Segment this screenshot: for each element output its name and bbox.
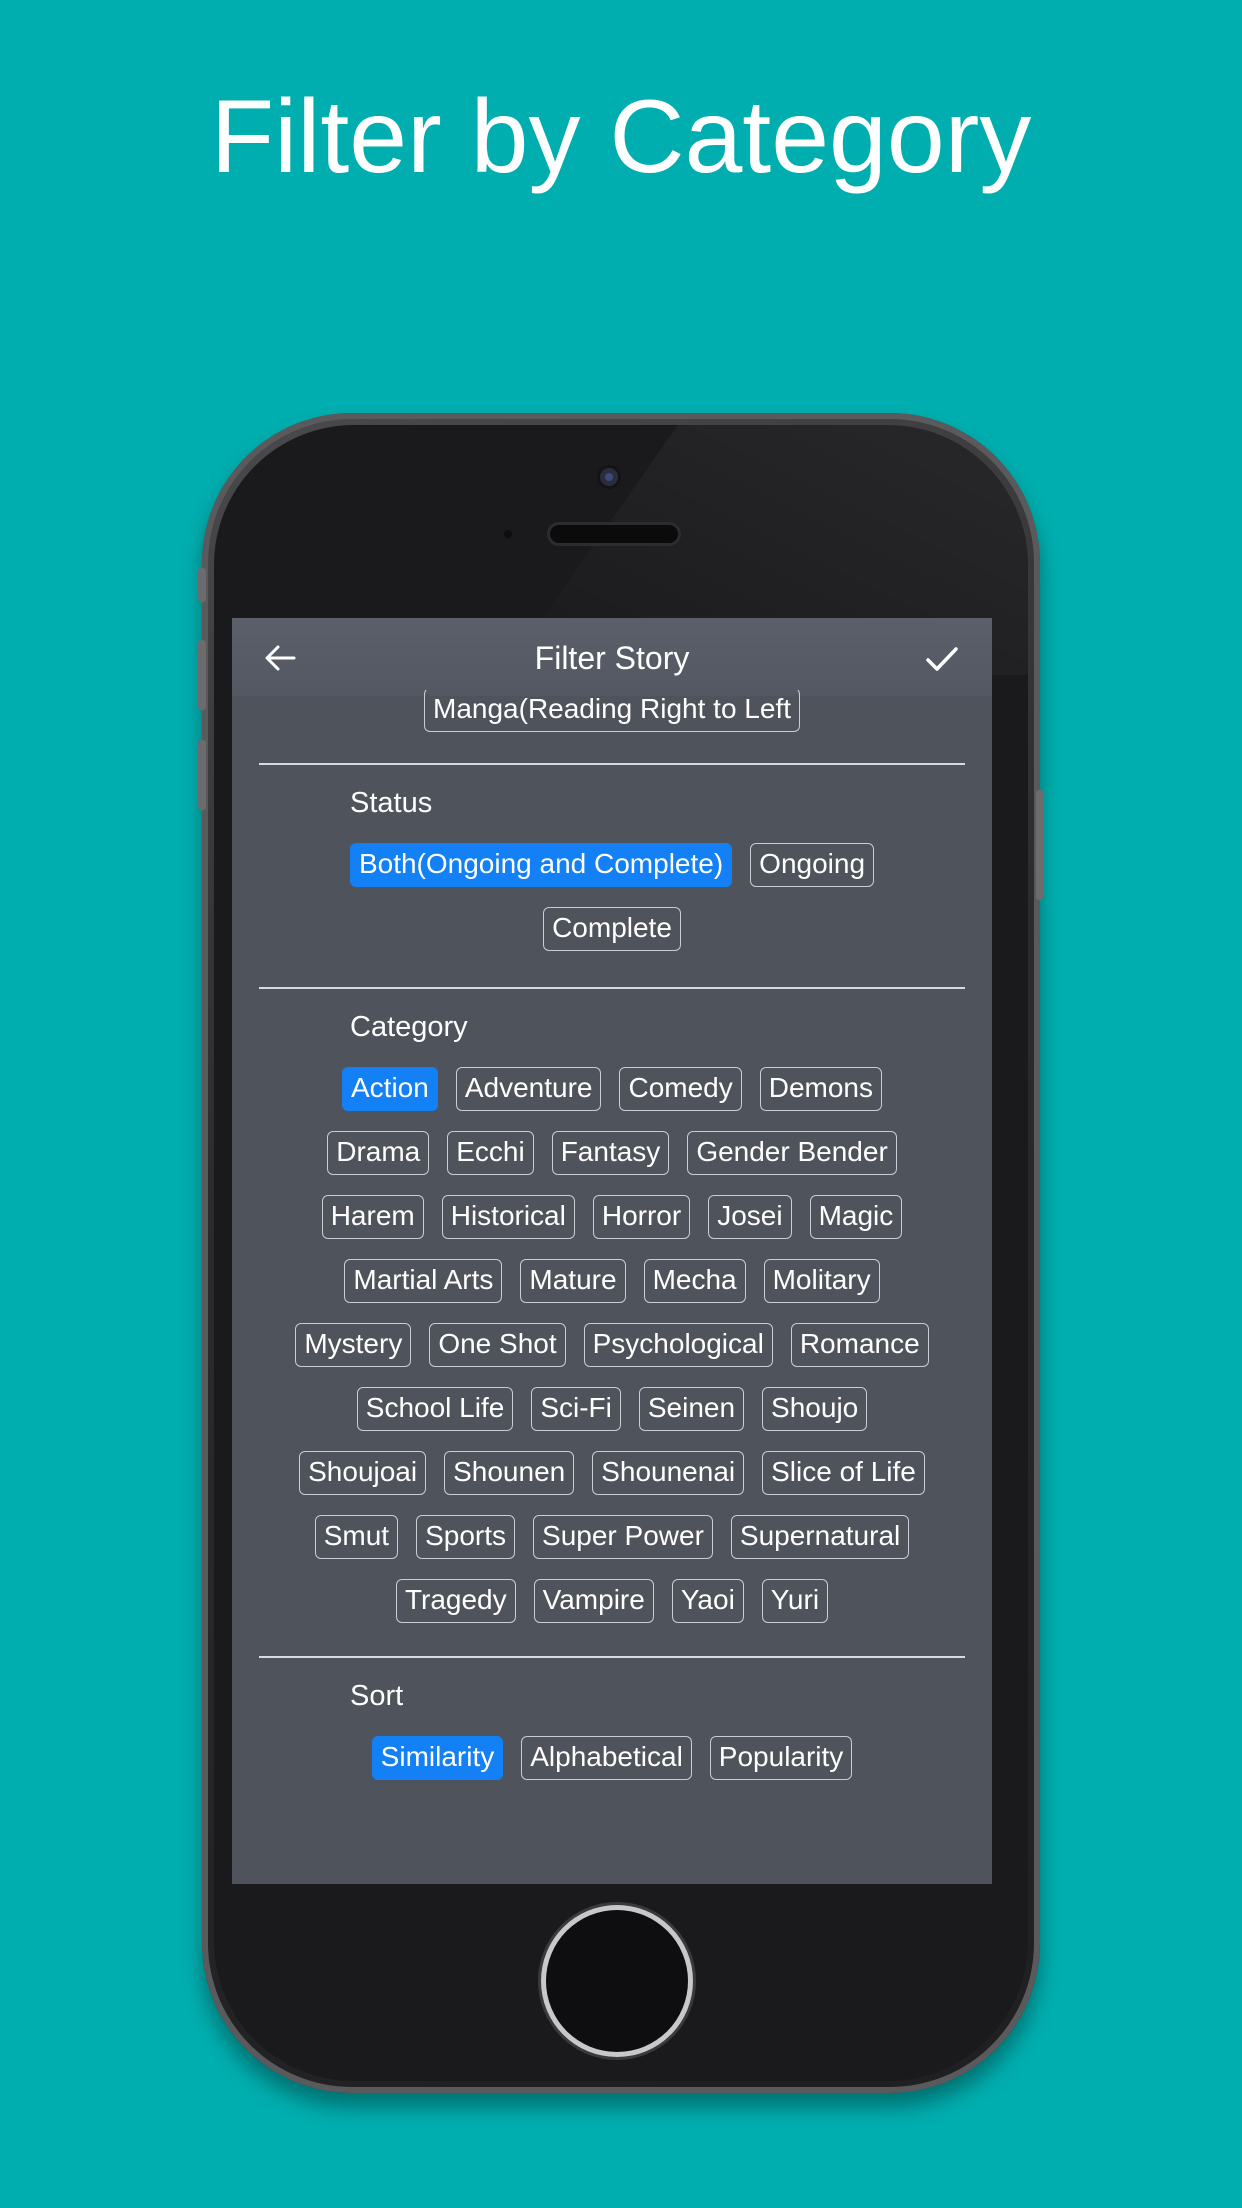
chip-status-both[interactable]: Both(Ongoing and Complete): [349, 843, 733, 887]
sort-label: Sort: [350, 1680, 404, 1712]
chip-category-mecha[interactable]: Mecha: [643, 1259, 746, 1303]
power-button: [1036, 790, 1044, 900]
chip-category-smut[interactable]: Smut: [314, 1515, 399, 1559]
chip-category-magic[interactable]: Magic: [809, 1195, 903, 1239]
chip-category-gender-bender[interactable]: Gender Bender: [687, 1131, 897, 1175]
chip-category-comedy[interactable]: Comedy: [619, 1067, 742, 1111]
chip-category-slice-of-life[interactable]: Slice of Life: [762, 1451, 925, 1495]
nav-title: Filter Story: [534, 640, 690, 676]
chip-category-one-shot[interactable]: One Shot: [429, 1323, 566, 1367]
home-button[interactable]: [546, 1910, 688, 2052]
category-row-9: Tragedy Vampire Yaoi Yuri: [232, 1579, 992, 1623]
chip-category-fantasy[interactable]: Fantasy: [551, 1131, 670, 1175]
category-row-6: School Life Sci-Fi Seinen Shoujo: [232, 1387, 992, 1431]
chip-category-molitary[interactable]: Molitary: [763, 1259, 880, 1303]
chip-category-martial-arts[interactable]: Martial Arts: [344, 1259, 503, 1303]
reading-direction-row: Manga(Reading Right to Left: [232, 688, 992, 732]
chip-category-yuri[interactable]: Yuri: [761, 1579, 829, 1623]
chip-category-school-life[interactable]: School Life: [356, 1387, 514, 1431]
category-row-2: Drama Ecchi Fantasy Gender Bender: [232, 1131, 992, 1175]
chip-category-sports[interactable]: Sports: [416, 1515, 516, 1559]
chip-category-horror[interactable]: Horror: [592, 1195, 691, 1239]
chip-category-psychological[interactable]: Psychological: [583, 1323, 773, 1367]
chip-status-ongoing[interactable]: Ongoing: [750, 843, 875, 887]
category-row-1: Action Adventure Comedy Demons: [232, 1067, 992, 1111]
navigation-bar: Filter Story: [232, 618, 992, 696]
chip-category-adventure[interactable]: Adventure: [455, 1067, 602, 1111]
chip-category-shounenai[interactable]: Shounenai: [592, 1451, 745, 1495]
chip-category-romance[interactable]: Romance: [790, 1323, 929, 1367]
sort-options-row: Similarity Alphabetical Popularity: [232, 1736, 992, 1780]
chip-sort-similarity[interactable]: Similarity: [371, 1736, 504, 1780]
volume-down-button: [198, 740, 206, 810]
status-options-row-2: Complete: [232, 907, 992, 951]
chip-category-super-power[interactable]: Super Power: [533, 1515, 713, 1559]
divider: [259, 1656, 965, 1658]
checkmark-icon[interactable]: [924, 638, 960, 686]
category-row-4: Martial Arts Mature Mecha Molitary: [232, 1259, 992, 1303]
earpiece-speaker: [550, 525, 678, 543]
status-label: Status: [350, 787, 433, 819]
proximity-sensor: [504, 530, 512, 538]
chip-category-seinen[interactable]: Seinen: [638, 1387, 745, 1431]
category-row-8: Smut Sports Super Power Supernatural: [232, 1515, 992, 1559]
category-row-5: Mystery One Shot Psychological Romance: [232, 1323, 992, 1367]
chip-category-drama[interactable]: Drama: [327, 1131, 430, 1175]
promo-title: Filter by Category: [210, 79, 1032, 195]
chip-sort-alphabetical[interactable]: Alphabetical: [521, 1736, 692, 1780]
category-row-3: Harem Historical Horror Josei Magic: [232, 1195, 992, 1239]
chip-status-complete[interactable]: Complete: [543, 907, 681, 951]
category-row-7: Shoujoai Shounen Shounenai Slice of Life: [232, 1451, 992, 1495]
chip-category-mature[interactable]: Mature: [520, 1259, 626, 1303]
front-camera-icon: [600, 468, 618, 486]
chip-category-yaoi[interactable]: Yaoi: [671, 1579, 744, 1623]
divider: [259, 987, 965, 989]
chip-reading-direction[interactable]: Manga(Reading Right to Left: [424, 688, 800, 732]
chip-category-mystery[interactable]: Mystery: [295, 1323, 412, 1367]
mute-switch: [198, 568, 206, 602]
category-label: Category: [350, 1011, 468, 1043]
chip-category-supernatural[interactable]: Supernatural: [730, 1515, 910, 1559]
chip-category-shoujoai[interactable]: Shoujoai: [299, 1451, 427, 1495]
chip-category-harem[interactable]: Harem: [321, 1195, 424, 1239]
chip-category-historical[interactable]: Historical: [441, 1195, 575, 1239]
chip-category-action[interactable]: Action: [342, 1067, 438, 1111]
chip-category-ecchi[interactable]: Ecchi: [447, 1131, 534, 1175]
chip-category-josei[interactable]: Josei: [708, 1195, 792, 1239]
divider: [259, 763, 965, 765]
filter-screen: Filter Story Manga(Reading Right to Left…: [232, 618, 992, 1884]
chip-category-shoujo[interactable]: Shoujo: [762, 1387, 868, 1431]
chip-category-demons[interactable]: Demons: [759, 1067, 882, 1111]
chip-category-sci-fi[interactable]: Sci-Fi: [531, 1387, 621, 1431]
volume-up-button: [198, 640, 206, 710]
chip-category-vampire[interactable]: Vampire: [533, 1579, 654, 1623]
chip-category-tragedy[interactable]: Tragedy: [395, 1579, 516, 1623]
chip-category-shounen[interactable]: Shounen: [444, 1451, 575, 1495]
status-options-row-1: Both(Ongoing and Complete) Ongoing: [232, 843, 992, 887]
chip-sort-popularity[interactable]: Popularity: [709, 1736, 853, 1780]
